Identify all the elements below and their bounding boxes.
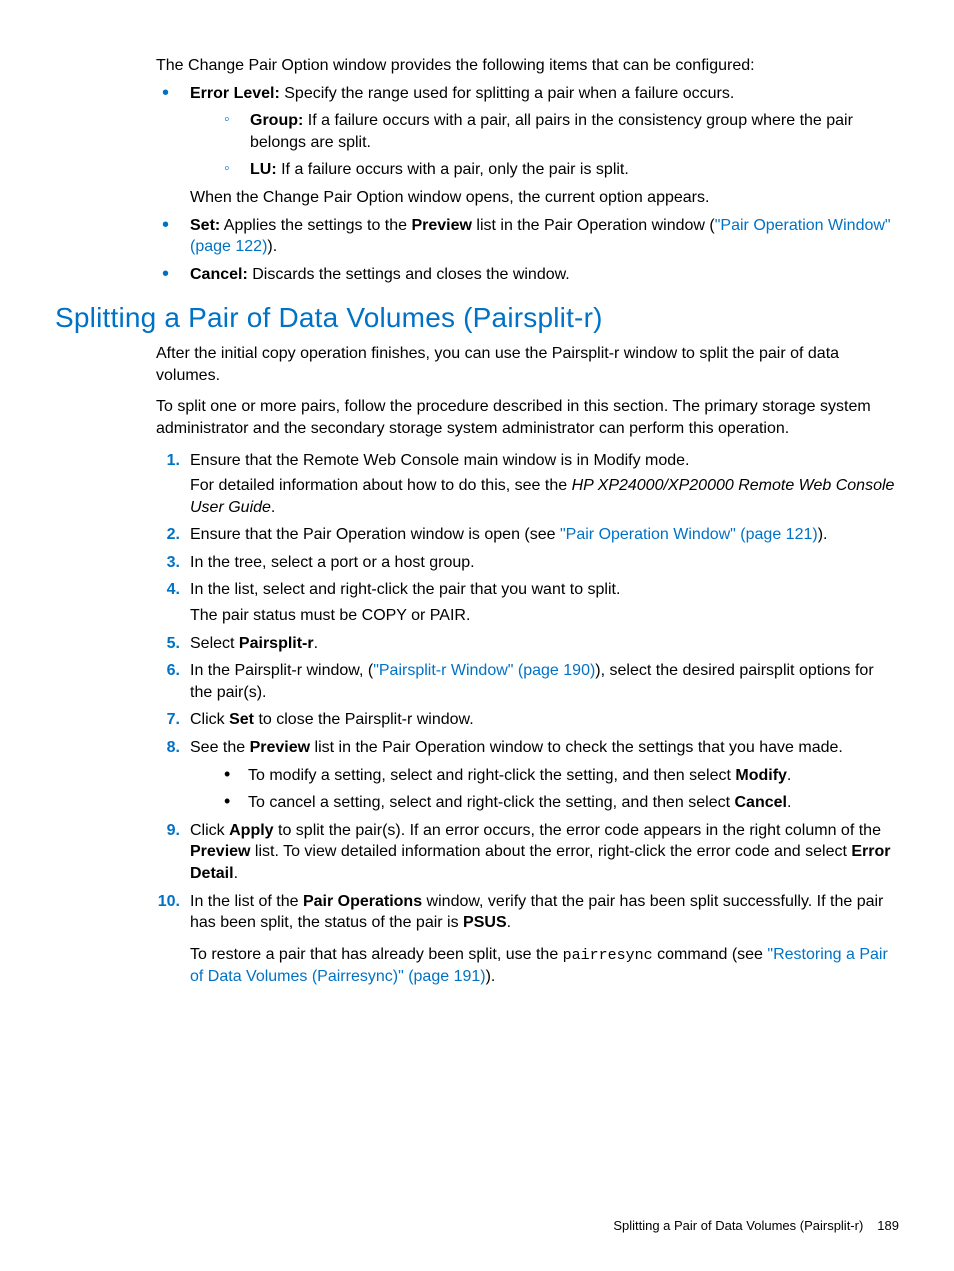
error-level-sublist: Group: If a failure occurs with a pair, …	[220, 110, 899, 181]
error-level-text: Specify the range used for splitting a p…	[280, 85, 734, 102]
step-1b-before: For detailed information about how to do…	[190, 477, 572, 494]
step-10a-after: .	[507, 914, 511, 931]
step-1a: Ensure that the Remote Web Console main …	[190, 452, 690, 469]
step-10: In the list of the Pair Operations windo…	[156, 891, 899, 988]
step-4: In the list, select and right-click the …	[156, 579, 899, 626]
step-9-bold2: Preview	[190, 843, 250, 860]
step-10b-mid: command (see	[653, 946, 768, 963]
step-2-after: ).	[818, 526, 828, 543]
step-9-bold1: Apply	[229, 822, 273, 839]
step-8-sub1-after: .	[787, 767, 791, 784]
step-8-sublist: To modify a setting, select and right-cl…	[220, 765, 899, 814]
set-text-after: list in the Pair Operation window (	[472, 217, 715, 234]
group-text: If a failure occurs with a pair, all pai…	[250, 112, 853, 151]
step-9-before: Click	[190, 822, 229, 839]
step-8-before: See the	[190, 739, 250, 756]
group-item: Group: If a failure occurs with a pair, …	[220, 110, 899, 153]
lu-label: LU:	[250, 161, 277, 178]
pair-op-window-link-121[interactable]: "Pair Operation Window" (page 121)	[560, 526, 818, 543]
step-7-bold: Set	[229, 711, 254, 728]
step-5-after: .	[314, 635, 318, 652]
config-items-list: Error Level: Specify the range used for …	[156, 83, 899, 286]
footer-page-number: 189	[877, 1218, 899, 1233]
cancel-item: Cancel: Discards the settings and closes…	[156, 264, 899, 286]
step-10b-after: ).	[486, 968, 496, 985]
set-item: Set: Applies the settings to the Preview…	[156, 215, 899, 258]
lu-item: LU: If a failure occurs with a pair, onl…	[220, 159, 899, 181]
step-5: Select Pairsplit-r.	[156, 633, 899, 655]
step-2: Ensure that the Pair Operation window is…	[156, 524, 899, 546]
step-8-sub1-before: To modify a setting, select and right-cl…	[248, 767, 735, 784]
procedure-list: Ensure that the Remote Web Console main …	[156, 450, 899, 988]
step-9-mid: to split the pair(s). If an error occurs…	[274, 822, 881, 839]
lu-text: If a failure occurs with a pair, only th…	[277, 161, 629, 178]
step-1b: For detailed information about how to do…	[190, 475, 899, 518]
cancel-label: Cancel:	[190, 266, 248, 283]
step-2-before: Ensure that the Pair Operation window is…	[190, 526, 560, 543]
step-8-sub2-after: .	[787, 794, 791, 811]
step-8-sub2-bold: Cancel	[735, 794, 787, 811]
section-para-2: To split one or more pairs, follow the p…	[156, 396, 899, 439]
preview-bold: Preview	[411, 217, 471, 234]
step-6-before: In the Pairsplit-r window, (	[190, 662, 373, 679]
step-5-before: Select	[190, 635, 239, 652]
step-1b-after: .	[271, 499, 275, 516]
error-level-label: Error Level:	[190, 85, 280, 102]
step-4a: In the list, select and right-click the …	[190, 581, 620, 598]
step-9: Click Apply to split the pair(s). If an …	[156, 820, 899, 885]
step-8-sub1: To modify a setting, select and right-cl…	[220, 765, 899, 787]
step-8: See the Preview list in the Pair Operati…	[156, 737, 899, 814]
step-8-sub2-before: To cancel a setting, select and right-cl…	[248, 794, 735, 811]
page-footer: Splitting a Pair of Data Volumes (Pairsp…	[613, 1217, 899, 1235]
footer-title: Splitting a Pair of Data Volumes (Pairsp…	[613, 1218, 863, 1233]
step-4b: The pair status must be COPY or PAIR.	[190, 605, 899, 627]
error-level-item: Error Level: Specify the range used for …	[156, 83, 899, 209]
step-10a-before: In the list of the	[190, 893, 303, 910]
step-8-after: list in the Pair Operation window to che…	[310, 739, 843, 756]
step-10a-bold2: PSUS	[463, 914, 507, 931]
intro-paragraph: The Change Pair Option window provides t…	[156, 55, 899, 77]
step-9-mid2: list. To view detailed information about…	[250, 843, 851, 860]
step-7-before: Click	[190, 711, 229, 728]
step-8-sub2: To cancel a setting, select and right-cl…	[220, 792, 899, 814]
step-7: Click Set to close the Pairsplit-r windo…	[156, 709, 899, 731]
step-10b: To restore a pair that has already been …	[190, 944, 899, 988]
step-3: In the tree, select a port or a host gro…	[156, 552, 899, 574]
group-label: Group:	[250, 112, 303, 129]
step-6: In the Pairsplit-r window, ("Pairsplit-r…	[156, 660, 899, 703]
step-7-after: to close the Pairsplit-r window.	[254, 711, 474, 728]
step-1: Ensure that the Remote Web Console main …	[156, 450, 899, 519]
section-para-1: After the initial copy operation finishe…	[156, 343, 899, 386]
step-10b-before: To restore a pair that has already been …	[190, 946, 563, 963]
set-label: Set:	[190, 217, 220, 234]
pairresync-code: pairresync	[563, 947, 653, 964]
step-8-sub1-bold: Modify	[735, 767, 787, 784]
cancel-text: Discards the settings and closes the win…	[248, 266, 570, 283]
set-close: ).	[267, 238, 277, 255]
step-5-bold: Pairsplit-r	[239, 635, 314, 652]
step-8-bold: Preview	[250, 739, 310, 756]
section-heading: Splitting a Pair of Data Volumes (Pairsp…	[55, 299, 899, 337]
pairsplit-r-window-link[interactable]: "Pairsplit-r Window" (page 190)	[373, 662, 595, 679]
step-9-after: .	[234, 865, 238, 882]
set-text-before: Applies the settings to the	[220, 217, 411, 234]
after-sub-text: When the Change Pair Option window opens…	[190, 187, 899, 209]
step-10a-bold1: Pair Operations	[303, 893, 422, 910]
